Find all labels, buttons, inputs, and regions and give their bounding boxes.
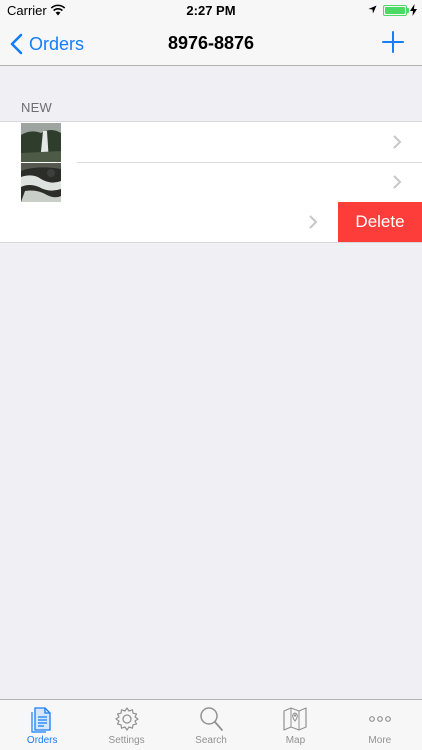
waterfall-thumbnail	[21, 123, 61, 162]
gear-icon	[115, 707, 139, 731]
section-header: NEW	[21, 100, 52, 115]
tab-label: Map	[285, 735, 306, 746]
tab-label: Search	[195, 735, 227, 746]
battery-icon	[383, 5, 407, 16]
back-button[interactable]: Orders	[10, 32, 84, 56]
tab-map[interactable]: Map	[253, 700, 337, 750]
tab-settings[interactable]: Settings	[84, 700, 168, 750]
chevron-left-icon	[10, 33, 23, 55]
location-arrow-icon	[368, 5, 377, 14]
tab-search[interactable]: Search	[169, 700, 253, 750]
tab-label: More	[368, 735, 392, 746]
chevron-right-icon	[393, 175, 402, 189]
order-items-list: Delete	[0, 121, 422, 243]
status-time: 2:27 PM	[186, 3, 236, 18]
tab-orders[interactable]: Orders	[0, 700, 84, 750]
tab-bar: Orders Settings Search Map More	[0, 699, 422, 750]
tab-label: Orders	[26, 735, 58, 746]
list-item-swiped[interactable]: Delete	[0, 202, 422, 242]
add-button[interactable]	[381, 30, 405, 54]
orders-icon	[31, 707, 51, 733]
row-separator	[77, 162, 422, 163]
more-icon	[368, 716, 391, 722]
chevron-right-icon	[309, 215, 318, 229]
map-icon	[283, 707, 308, 731]
chevron-right-icon	[393, 135, 402, 149]
battery-tip	[407, 8, 409, 13]
tab-label: Settings	[108, 735, 145, 746]
tab-more[interactable]: More	[338, 700, 422, 750]
list-item[interactable]	[0, 122, 422, 162]
back-label: Orders	[29, 33, 85, 54]
search-icon	[200, 707, 223, 731]
status-bar: Carrier 2:27 PM	[0, 0, 422, 22]
list-item-content[interactable]	[0, 202, 338, 242]
list-item[interactable]	[0, 162, 422, 202]
delete-button[interactable]: Delete	[338, 202, 422, 242]
charging-bolt-icon	[410, 4, 417, 16]
navigation-bar: Orders 8976-8876	[0, 22, 422, 66]
stream-thumbnail	[21, 163, 61, 202]
